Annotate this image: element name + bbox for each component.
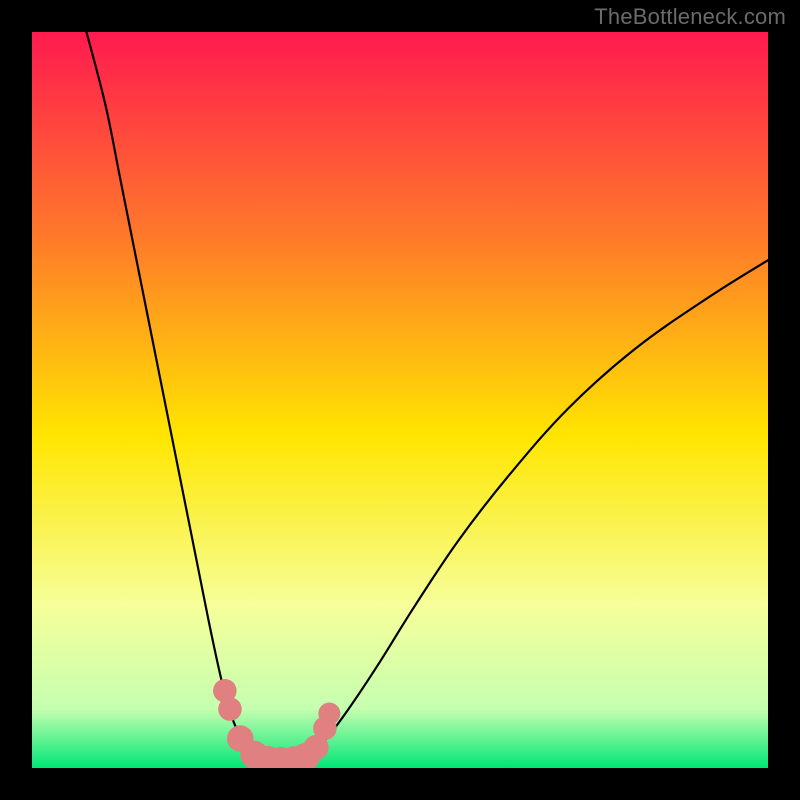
valley-marker — [318, 703, 340, 725]
chart-frame: TheBottleneck.com — [0, 0, 800, 800]
gradient-background — [32, 32, 768, 768]
chart-plot — [32, 32, 768, 768]
watermark-text: TheBottleneck.com — [594, 4, 786, 30]
chart-svg — [32, 32, 768, 768]
valley-marker — [218, 697, 242, 721]
